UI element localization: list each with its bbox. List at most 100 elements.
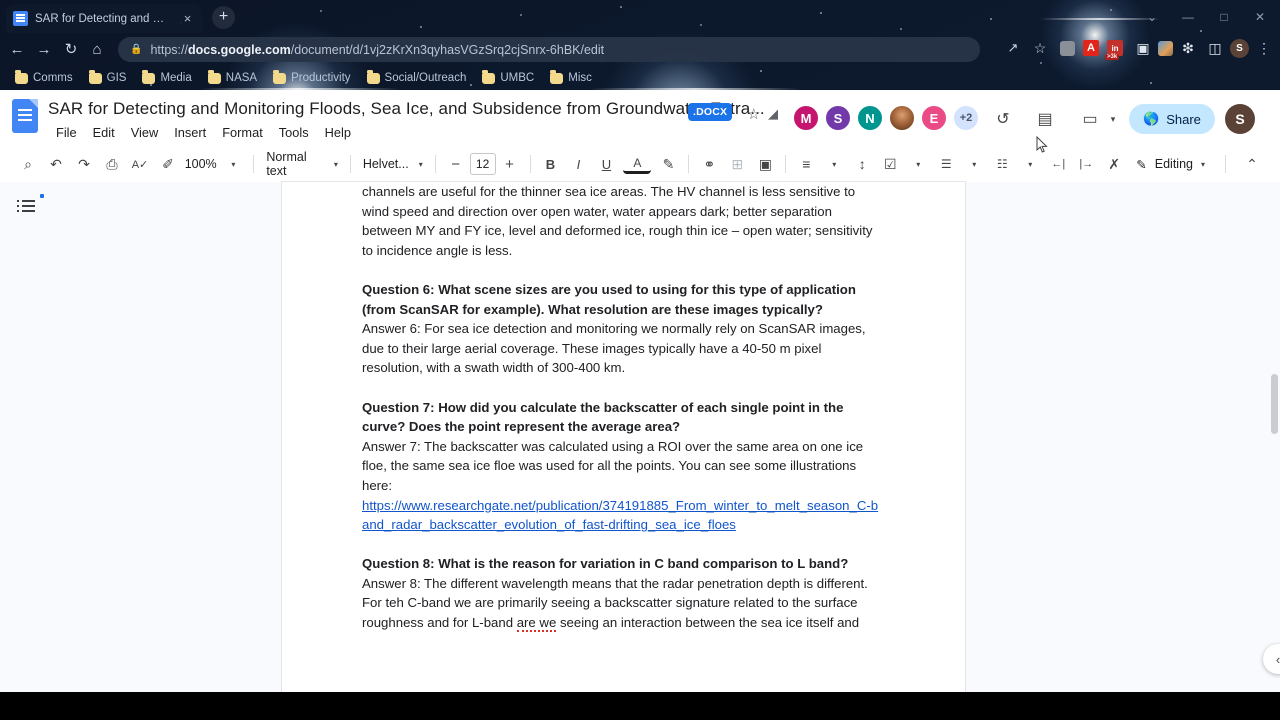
document-page[interactable]: channels are useful for the thinner sea … [282,182,965,692]
decrease-indent-button[interactable]: ←| [1044,150,1072,178]
reload-icon[interactable]: ↻ [58,36,84,62]
bookmark-label: GIS [106,72,127,84]
share-button[interactable]: 🌎 Share [1129,104,1215,134]
italic-button[interactable]: I [564,150,592,178]
bookmark-star-icon[interactable]: ☆ [1028,36,1052,60]
browser-profile-avatar[interactable]: S [1230,38,1249,58]
bookmark-productivity[interactable]: Productivity [266,70,357,86]
menu-format[interactable]: Format [214,123,271,142]
share-page-icon[interactable]: ↗ [1001,36,1025,60]
grey-extension-icon[interactable] [1060,40,1075,56]
bold-button[interactable]: B [536,150,564,178]
divider [349,155,351,173]
increase-indent-button[interactable]: |→ [1072,150,1100,178]
zoom-level[interactable]: 100% [182,150,219,178]
window-controls: ⌄ — □ ✕ [1134,4,1278,29]
undo-icon[interactable]: ↶ [42,150,70,178]
menu-view[interactable]: View [123,123,167,142]
side-panel-icon[interactable]: ◫ [1203,36,1227,60]
insert-link-button[interactable]: ⚭ [695,150,723,178]
print-icon[interactable]: ⎙ [98,150,126,178]
google-docs-icon[interactable] [12,99,38,133]
new-tab-button[interactable]: + [212,6,235,29]
menu-file[interactable]: File [48,123,85,142]
expand-sidebar-button[interactable]: ‹ [1263,644,1280,674]
forward-icon[interactable]: → [31,36,57,62]
avatar[interactable]: E [920,104,948,132]
format-badge[interactable]: .DOCX [688,103,733,121]
chevron-down-icon[interactable]: ▾ [1098,104,1128,134]
version-history-icon[interactable]: ↺ [988,104,1018,134]
bookmark-misc[interactable]: Misc [543,70,599,86]
spellcheck-icon[interactable]: A✓ [126,150,154,178]
colorful-extension-icon[interactable] [1158,40,1173,56]
paint-format-icon[interactable]: ✐ [154,150,182,178]
bookmark-social-outreach[interactable]: Social/Outreach [360,70,474,86]
numbered-list-button[interactable]: ☷ [988,150,1016,178]
move-to-folder-icon[interactable]: ◢ [768,106,778,122]
home-icon[interactable]: ⌂ [84,36,110,62]
align-button[interactable]: ≡ [792,150,820,178]
back-icon[interactable]: ← [4,36,30,62]
comments-icon[interactable]: ▤ [1030,104,1060,134]
highlight-color-button[interactable]: ✎ [654,150,682,178]
menu-tools[interactable]: Tools [271,123,317,142]
document-outline-icon[interactable] [17,198,35,214]
increase-font-size-button[interactable]: + [496,150,524,178]
picture-in-picture-icon[interactable]: ▣ [1131,36,1155,60]
chevron-down-icon[interactable]: ⌄ [1134,4,1170,29]
insert-image-button[interactable]: ▣ [751,150,779,178]
maximize-icon[interactable]: □ [1206,4,1242,29]
redo-icon[interactable]: ↷ [70,150,98,178]
line-spacing-button[interactable]: ↕ [848,150,876,178]
researchgate-link[interactable]: https://www.researchgate.net/publication… [362,498,878,533]
extensions-puzzle-icon[interactable]: ❇ [1176,36,1200,60]
decrease-font-size-button[interactable]: − [442,150,470,178]
browser-tab[interactable]: SAR for Detecting and Monitori × [6,4,202,33]
chevron-down-icon[interactable]: ▾ [904,150,932,178]
document-scrollbar[interactable] [1269,182,1280,692]
chevron-down-icon[interactable]: ▾ [820,150,848,178]
notification-count-icon[interactable]: in >3k [1105,40,1123,60]
chevron-down-icon[interactable]: ▾ [1016,150,1044,178]
paragraph-style-select[interactable]: Normal text ▾ [260,150,344,178]
editing-mode-button[interactable]: ✎ Editing ▾ [1128,153,1213,176]
menu-edit[interactable]: Edit [85,123,123,142]
avatar[interactable]: S [824,104,852,132]
browser-window: SAR for Detecting and Monitori × + ⌄ — □… [0,0,1280,692]
chevron-down-icon[interactable]: ▾ [960,150,988,178]
font-family-select[interactable]: Helvet... ▾ [357,151,429,177]
star-icon[interactable]: ☆ [747,105,760,123]
add-comment-button[interactable]: ⊞ [723,150,751,178]
avatar-photo[interactable] [888,104,916,132]
bulleted-list-button[interactable]: ☰ [932,150,960,178]
menu-insert[interactable]: Insert [166,123,214,142]
avatar[interactable]: N [856,104,884,132]
underline-button[interactable]: U [592,150,620,178]
bookmark-comms[interactable]: Comms [8,70,80,86]
menu-help[interactable]: Help [317,123,359,142]
document-title[interactable]: SAR for Detecting and Monitoring Floods,… [48,99,765,119]
avatar[interactable]: M [792,104,820,132]
account-avatar[interactable]: S [1225,104,1255,134]
adobe-acrobat-icon[interactable]: A [1083,40,1099,56]
bookmark-gis[interactable]: GIS [82,70,134,86]
bookmark-nasa[interactable]: NASA [201,70,264,86]
checklist-button[interactable]: ☑ [876,150,904,178]
bookmark-umbc[interactable]: UMBC [475,70,541,86]
minimize-icon[interactable]: — [1170,4,1206,29]
collapse-toolbar-button[interactable]: ⌃ [1238,150,1266,178]
close-window-icon[interactable]: ✕ [1242,4,1278,29]
avatar-overflow-badge[interactable]: +2 [952,104,980,132]
search-icon[interactable]: ⌕ [14,150,42,178]
font-size-input[interactable]: 12 [469,153,496,175]
scrollbar-thumb[interactable] [1271,374,1278,434]
bookmark-media[interactable]: Media [135,70,198,86]
answer-7: Answer 7: The backscatter was calculated… [362,438,864,493]
close-icon[interactable]: × [180,11,195,26]
address-bar[interactable]: 🔒 https://docs.google.com/document/d/1vj… [118,37,980,62]
chevron-down-icon[interactable]: ▾ [219,150,247,178]
browser-menu-icon[interactable]: ⋮ [1252,36,1276,60]
text-color-button[interactable]: A [623,154,652,174]
clear-formatting-button[interactable]: ✗ [1100,150,1128,178]
